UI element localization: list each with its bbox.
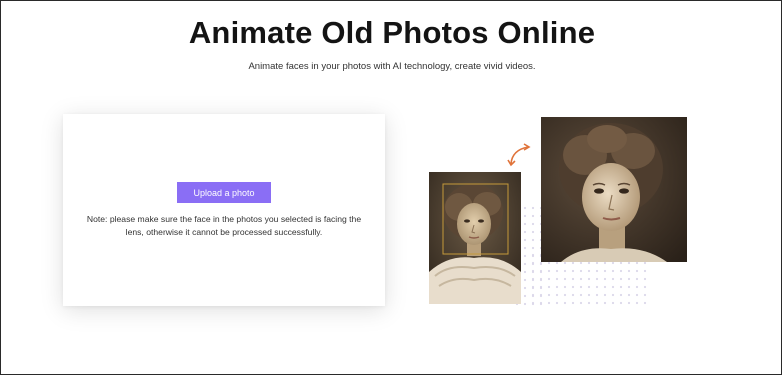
animated-photo-image bbox=[541, 117, 687, 262]
upload-note: Note: please make sure the face in the p… bbox=[86, 214, 362, 237]
curved-double-arrow-icon bbox=[507, 143, 531, 167]
upload-photo-button[interactable]: Upload a photo bbox=[177, 182, 271, 203]
upload-card bbox=[63, 114, 385, 306]
page-subtitle: Animate faces in your photos with AI tec… bbox=[248, 61, 536, 72]
page-title: Animate Old Photos Online bbox=[188, 15, 596, 50]
original-photo-image bbox=[429, 172, 521, 304]
page-frame: Animate Old Photos Online Animate faces … bbox=[0, 0, 782, 375]
